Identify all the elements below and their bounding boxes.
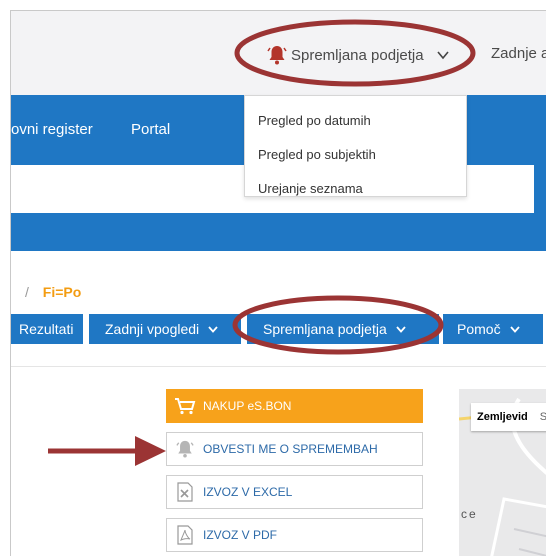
export-pdf-label: IZVOZ V PDF bbox=[203, 528, 278, 542]
top-bar: Spremljana podjetja Zadnje a bbox=[11, 11, 546, 95]
dropdown-item-by-subject[interactable]: Pregled po subjektih bbox=[245, 138, 466, 172]
tab-help[interactable]: Pomoč bbox=[443, 314, 543, 344]
map-type-satellite[interactable]: S bbox=[534, 403, 546, 431]
tab-results[interactable]: Rezultati bbox=[11, 314, 83, 344]
excel-icon bbox=[167, 482, 203, 502]
dropdown-item-by-date[interactable]: Pregled po datumih bbox=[245, 104, 466, 138]
content-divider bbox=[11, 366, 546, 367]
bell-icon bbox=[267, 46, 287, 65]
export-excel-label: IZVOZ V EXCEL bbox=[203, 485, 293, 499]
app-window: Spremljana podjetja Zadnje a ovni regist… bbox=[10, 10, 546, 556]
watched-companies-label: Spremljana podjetja bbox=[291, 46, 424, 64]
recent-link[interactable]: Zadnje a bbox=[491, 45, 546, 62]
chevron-down-icon bbox=[396, 326, 406, 333]
tab-results-label: Rezultati bbox=[19, 321, 74, 337]
chevron-down-icon bbox=[436, 51, 449, 60]
tab-help-label: Pomoč bbox=[457, 321, 501, 337]
tab-watched-companies-label: Spremljana podjetja bbox=[263, 321, 387, 337]
breadcrumb-separator: / bbox=[25, 284, 29, 300]
buy-button[interactable]: NAKUP eS.BON bbox=[166, 389, 423, 423]
tab-recent-views[interactable]: Zadnji vpogledi bbox=[89, 314, 241, 344]
export-excel-button[interactable]: IZVOZ V EXCEL bbox=[166, 475, 423, 509]
notify-changes-button[interactable]: OBVESTI ME O SPREMEMBAH bbox=[166, 432, 423, 466]
notify-changes-label: OBVESTI ME O SPREMEMBAH bbox=[203, 442, 378, 456]
chevron-down-icon bbox=[509, 326, 520, 333]
export-pdf-button[interactable]: IZVOZ V PDF bbox=[166, 518, 423, 552]
dropdown-item-edit-list[interactable]: Urejanje seznama bbox=[245, 172, 466, 206]
bell-icon bbox=[167, 439, 203, 459]
map-type-map[interactable]: Zemljevid bbox=[471, 403, 534, 431]
map-panel[interactable]: Zemljevid S ce bbox=[459, 389, 546, 556]
breadcrumb: / Fi=Po bbox=[25, 284, 81, 300]
cart-icon bbox=[167, 397, 203, 415]
pdf-icon bbox=[167, 525, 203, 545]
nav-item-portal[interactable]: Portal bbox=[131, 121, 170, 138]
map-place-label: ce bbox=[461, 507, 478, 521]
chevron-down-icon bbox=[208, 326, 218, 333]
watched-companies-dropdown: Pregled po datumih Pregled po subjektih … bbox=[244, 95, 467, 197]
tab-recent-views-label: Zadnji vpogledi bbox=[105, 321, 200, 337]
search-button[interactable] bbox=[534, 165, 546, 213]
buy-button-label: NAKUP eS.BON bbox=[203, 399, 292, 413]
watched-companies-toggle[interactable]: Spremljana podjetja bbox=[267, 43, 450, 67]
breadcrumb-current: Fi=Po bbox=[42, 284, 82, 300]
map-type-control: Zemljevid S bbox=[471, 403, 546, 431]
tab-watched-companies[interactable]: Spremljana podjetja bbox=[247, 314, 439, 344]
blue-band bbox=[11, 213, 546, 251]
nav-item-register[interactable]: ovni register bbox=[11, 121, 93, 138]
